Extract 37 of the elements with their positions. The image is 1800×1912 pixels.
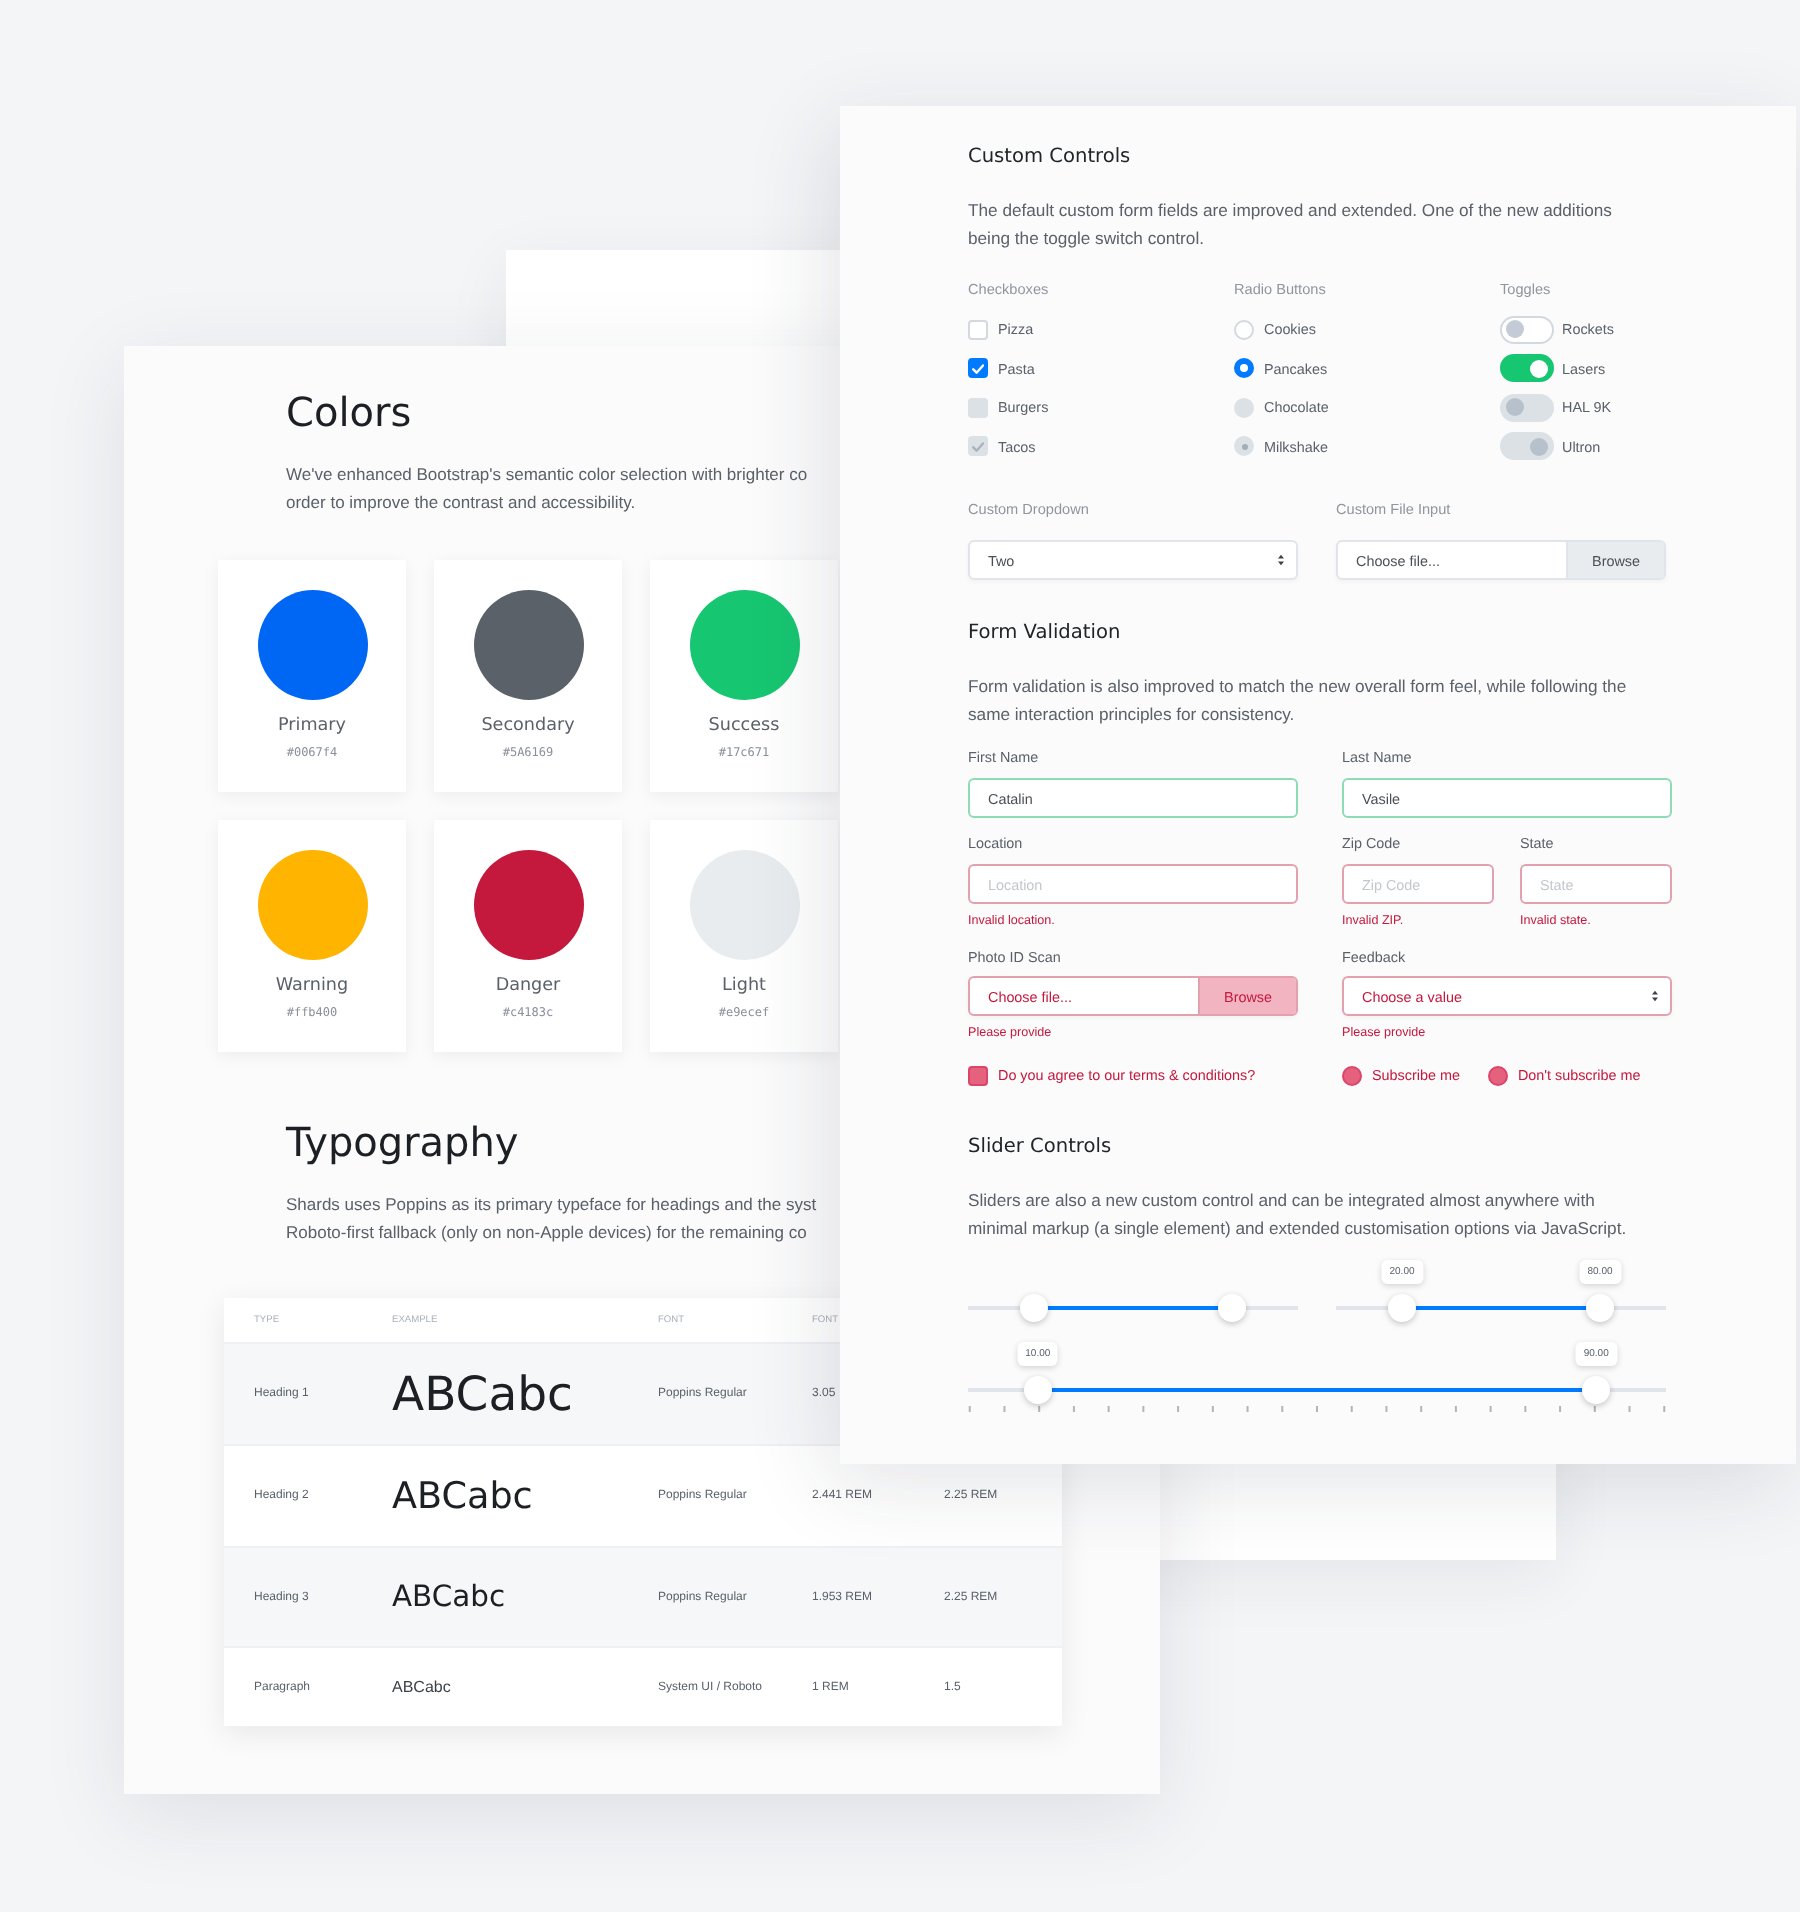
section-description: Sliders are also a new custom control and can be integrated almost anywhere with minimal markup (a single element) and extended customisation options via JavaScript. [968,1187,1627,1241]
section-description: Shards uses Poppins as its primary typeface for headings and the syst Roboto-first fallback (only on non-Apple devices) for the remaining co [286,1192,817,1246]
toggle-switch[interactable] [1500,315,1554,344]
section-title: Form Validation [968,620,1121,648]
checkmark-icon [972,441,984,452]
type-sample: ABCabc [392,1580,506,1614]
slider-handle[interactable] [1586,1293,1614,1321]
type-sample: ABCabc [392,1366,573,1422]
slider-handle[interactable] [1388,1293,1416,1321]
checkbox[interactable] [968,358,988,379]
radio-button[interactable] [1342,1065,1362,1086]
checkbox[interactable] [968,1065,988,1086]
section-title: Typography [286,1118,519,1166]
toggle-switch[interactable] [1500,354,1554,383]
type-sample: ABCabc [392,1475,533,1517]
color-name: Warning [275,973,349,997]
section-description: Form validation is also improved to match the new overall form feel, while following the same interaction principles for consistency. [968,674,1627,728]
color-name: Danger [495,973,561,997]
section-description: The default custom form fields are improved and extended. One of the new additions being the toggle switch control. [968,198,1612,252]
radio-button[interactable] [1234,358,1254,379]
radio-button[interactable] [1487,1065,1508,1086]
section-description: We've enhanced Bootstrap's semantic color selection with brighter co order to improve the contrast and accessibility. [286,462,808,516]
caret-icon [1652,990,1658,1002]
caret-icon [1278,554,1284,566]
slider-handle[interactable] [1582,1375,1611,1403]
section-title: Colors [286,388,412,436]
color-name: Light [722,973,766,997]
type-sample: ABCabc [392,1678,451,1696]
checkmark-icon [972,363,984,374]
section-title: Custom Controls [968,144,1131,172]
section-title: Slider Controls [968,1133,1112,1161]
slider-handle[interactable] [1023,1375,1052,1403]
color-name: Success [708,713,780,737]
slider-handle[interactable] [1020,1293,1048,1321]
slider-handle[interactable] [1218,1293,1246,1321]
color-name: Primary [278,713,346,737]
color-name: Secondary [481,713,575,737]
